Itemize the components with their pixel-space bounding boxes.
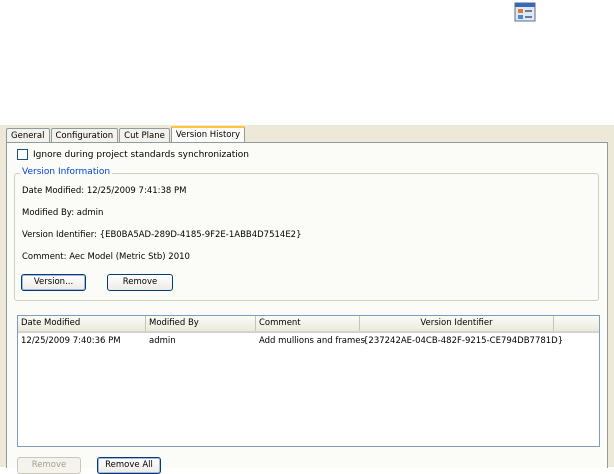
version-information-group: Version Information Date Modified: 12/25… [14,167,599,301]
remove-version-button[interactable]: Remove [107,274,173,291]
ignore-sync-checkbox[interactable] [17,149,28,160]
version-identifier-text: Version Identifier: {EB0BA5AD-289D-4185-… [22,230,302,240]
column-date-modified[interactable]: Date Modified [18,316,146,331]
cell-version-identifier: {237242AE-04CB-482F-9215-CE794DB7781D} [363,336,564,346]
modified-by-text: Modified By: admin [22,208,104,218]
table-header: Date Modified Modified By Comment Versio… [18,316,599,333]
date-modified-text: Date Modified: 12/25/2009 7:41:38 PM [22,186,187,196]
version-history-table[interactable]: Date Modified Modified By Comment Versio… [17,315,600,447]
ignore-sync-option[interactable]: Ignore during project standards synchron… [17,149,249,160]
column-version-identifier[interactable]: Version Identifier [360,316,554,331]
column-comment[interactable]: Comment [256,316,360,331]
tab-configuration[interactable]: Configuration [50,128,119,143]
version-information-legend: Version Information [20,167,113,177]
tab-cut-plane[interactable]: Cut Plane [119,128,170,143]
ignore-sync-label: Ignore during project standards synchron… [33,149,250,160]
tab-strip: General Configuration Cut Plane Version … [6,126,246,144]
properties-icon[interactable] [513,1,537,23]
comment-text: Comment: Aec Model (Metric Stb) 2010 [22,252,190,262]
remove-all-button[interactable]: Remove All [97,457,161,474]
version-history-panel: Ignore during project standards synchron… [6,142,608,474]
tab-general[interactable]: General [6,128,50,143]
version-button[interactable]: Version... [21,274,86,291]
cell-comment: Add mullions and frames [259,336,365,346]
table-row[interactable]: 12/25/2009 7:40:36 PM admin Add mullions… [18,336,599,350]
properties-dialog: General Configuration Cut Plane Version … [0,125,614,474]
remove-button[interactable]: Remove [17,457,81,474]
cell-modified-by: admin [149,336,176,346]
column-modified-by[interactable]: Modified By [146,316,256,331]
cell-date-modified: 12/25/2009 7:40:36 PM [21,336,121,346]
